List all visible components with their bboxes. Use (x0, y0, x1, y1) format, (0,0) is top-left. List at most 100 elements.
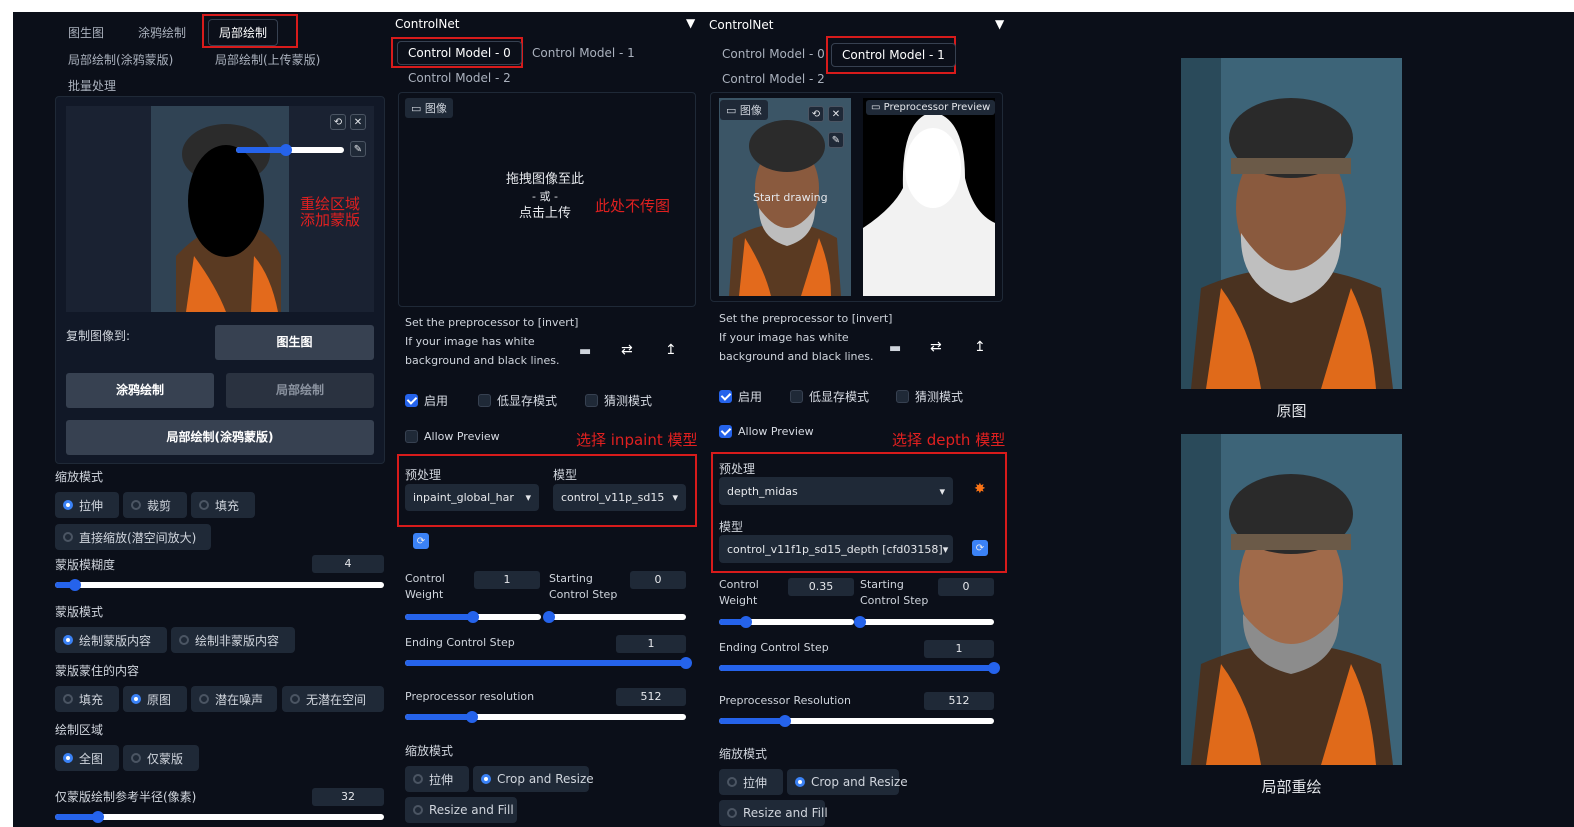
mask-mode-inpaint-unmasked[interactable]: 绘制非蒙版内容 (171, 627, 295, 653)
cn2-resize-fill[interactable]: Resize and Fill (719, 800, 828, 826)
cn1-preprocessor-label: 预处理 (405, 468, 442, 482)
cn2-end-slider[interactable] (719, 662, 1000, 674)
cn1-guess[interactable]: 猜测模式 (585, 392, 652, 409)
send-to-inpaint-sketch-button[interactable]: 局部绘制(涂鸦蒙版) (66, 420, 374, 455)
close-icon[interactable]: ✕ (350, 114, 366, 130)
slider-handle[interactable] (740, 616, 752, 628)
cn2-preprocessor-select[interactable]: depth_midas ▾ (719, 477, 953, 505)
cn2-end-value[interactable]: 1 (924, 640, 994, 658)
swap-icon[interactable]: ⇄ (930, 339, 942, 355)
cn2-start-label: Starting Control Step (860, 578, 929, 607)
cn2-resize-stretch[interactable]: 拉伸 (719, 769, 783, 795)
refresh-icon[interactable]: ⟳ (413, 533, 429, 549)
portrait-image (1181, 58, 1402, 389)
cn2-tab-model-1[interactable]: Control Model - 1 (831, 43, 956, 67)
radio-icon (63, 532, 73, 542)
slider-handle[interactable] (467, 611, 479, 623)
close-icon[interactable]: ✕ (828, 106, 844, 122)
tab-inpaint-sketch[interactable]: 局部绘制(涂鸦蒙版) (68, 51, 173, 68)
cn2-res-value[interactable]: 512 (924, 692, 994, 710)
upload-icon[interactable]: ↥ (665, 342, 677, 358)
cn2-resize-crop[interactable]: Crop and Resize (787, 769, 908, 795)
camera-icon[interactable]: ▬ (579, 344, 591, 359)
cn1-end-slider[interactable] (405, 657, 692, 669)
cn2-weight-value[interactable]: 0.35 (788, 578, 854, 596)
masked-content-fill[interactable]: 填充 (55, 686, 119, 712)
cn1-lowvram[interactable]: 低显存模式 (478, 392, 557, 409)
cn1-weight-value[interactable]: 1 (474, 571, 540, 589)
mask-blur-slider[interactable] (55, 579, 384, 591)
send-to-img2img-button[interactable]: 图生图 (215, 325, 374, 360)
masked-content-original[interactable]: 原图 (123, 686, 187, 712)
cn1-preprocessor-select[interactable]: inpaint_global_har ▾ (405, 484, 539, 511)
cn1-weight-slider[interactable] (405, 611, 541, 623)
cn2-res-slider[interactable] (719, 715, 994, 727)
brush-size-slider[interactable] (236, 144, 344, 156)
cn2-lowvram[interactable]: 低显存模式 (790, 388, 869, 405)
inpaint-area-masked[interactable]: 仅蒙版 (123, 745, 199, 771)
resize-mode-crop[interactable]: 裁剪 (123, 492, 187, 518)
camera-icon[interactable]: ▬ (889, 341, 901, 356)
send-to-sketch-button[interactable]: 涂鸦绘制 (66, 373, 214, 408)
brush-icon[interactable]: ✎ (350, 141, 366, 157)
cn1-res-value[interactable]: 512 (616, 688, 686, 706)
brush-icon[interactable]: ✎ (828, 132, 844, 148)
masked-content-noise[interactable]: 潜在噪声 (191, 686, 277, 712)
collapse-icon[interactable]: ▼ (686, 16, 695, 30)
cn1-resize-fill[interactable]: Resize and Fill (405, 797, 517, 823)
cn2-start-slider[interactable] (854, 616, 994, 628)
collapse-icon[interactable]: ▼ (995, 17, 1004, 31)
cn2-guess[interactable]: 猜测模式 (896, 388, 963, 405)
slider-handle[interactable] (91, 811, 104, 823)
cn1-tab-model-0[interactable]: Control Model - 0 (397, 41, 522, 65)
tab-img2img[interactable]: 图生图 (68, 24, 104, 41)
cn1-resize-stretch[interactable]: 拉伸 (405, 766, 469, 792)
tab-inpaint-upload[interactable]: 局部绘制(上传蒙版) (215, 51, 320, 68)
slider-handle[interactable] (680, 657, 692, 669)
cn2-weight-slider[interactable] (719, 616, 854, 628)
padding-slider[interactable] (55, 811, 384, 823)
cn2-tab-model-2[interactable]: Control Model - 2 (722, 72, 825, 86)
undo-icon[interactable]: ⟲ (808, 106, 824, 122)
cn2-preview-tab: ▭ Preprocessor Preview (866, 100, 996, 115)
cn2-model-select[interactable]: control_v11f1p_sd15_depth [cfd03158] ▾ (719, 535, 953, 563)
resize-mode-fill[interactable]: 填充 (191, 492, 255, 518)
tab-sketch[interactable]: 涂鸦绘制 (138, 24, 186, 41)
masked-content-nothing[interactable]: 无潜在空间 (282, 686, 384, 712)
cn1-enable[interactable]: 启用 (405, 392, 448, 409)
slider-handle[interactable] (988, 662, 1000, 674)
cn2-enable[interactable]: 启用 (719, 388, 762, 405)
slider-handle[interactable] (854, 616, 866, 628)
cn1-resize-crop[interactable]: Crop and Resize (473, 766, 594, 792)
slider-handle[interactable] (543, 611, 555, 623)
cn1-end-value[interactable]: 1 (616, 635, 686, 653)
run-preprocessor-icon[interactable]: ✸ (974, 481, 986, 497)
resize-mode-stretch[interactable]: 拉伸 (55, 492, 119, 518)
cn1-start-value[interactable]: 0 (630, 571, 686, 589)
cn2-allow-preview[interactable]: Allow Preview (719, 425, 814, 438)
checkbox-icon (896, 390, 909, 403)
cn1-tab-model-2[interactable]: Control Model - 2 (408, 71, 511, 85)
slider-handle[interactable] (68, 579, 81, 591)
padding-value[interactable]: 32 (312, 788, 384, 806)
slider-handle[interactable] (779, 715, 791, 727)
mask-mode-inpaint-masked[interactable]: 绘制蒙版内容 (55, 627, 167, 653)
refresh-icon[interactable]: ⟳ (972, 540, 988, 556)
cn1-res-slider[interactable] (405, 711, 686, 723)
cn1-start-slider[interactable] (543, 611, 686, 623)
tab-batch[interactable]: 批量处理 (68, 77, 116, 94)
cn1-allow-preview[interactable]: Allow Preview (405, 430, 500, 443)
undo-icon[interactable]: ⟲ (330, 114, 346, 130)
cn2-tab-model-0[interactable]: Control Model - 0 (722, 47, 825, 61)
inpaint-area-whole[interactable]: 全图 (55, 745, 119, 771)
radio-icon (727, 808, 737, 818)
mask-blur-value[interactable]: 4 (312, 555, 384, 573)
send-to-inpaint-button[interactable]: 局部绘制 (226, 373, 374, 408)
resize-mode-latent[interactable]: 直接缩放(潜空间放大) (55, 524, 211, 550)
cn2-start-value[interactable]: 0 (938, 578, 994, 596)
upload-icon[interactable]: ↥ (974, 339, 986, 355)
swap-icon[interactable]: ⇄ (621, 342, 633, 358)
cn1-tab-model-1[interactable]: Control Model - 1 (532, 46, 635, 60)
tab-inpaint[interactable]: 局部绘制 (208, 19, 279, 46)
cn1-model-select[interactable]: control_v11p_sd15 ▾ (553, 484, 686, 511)
